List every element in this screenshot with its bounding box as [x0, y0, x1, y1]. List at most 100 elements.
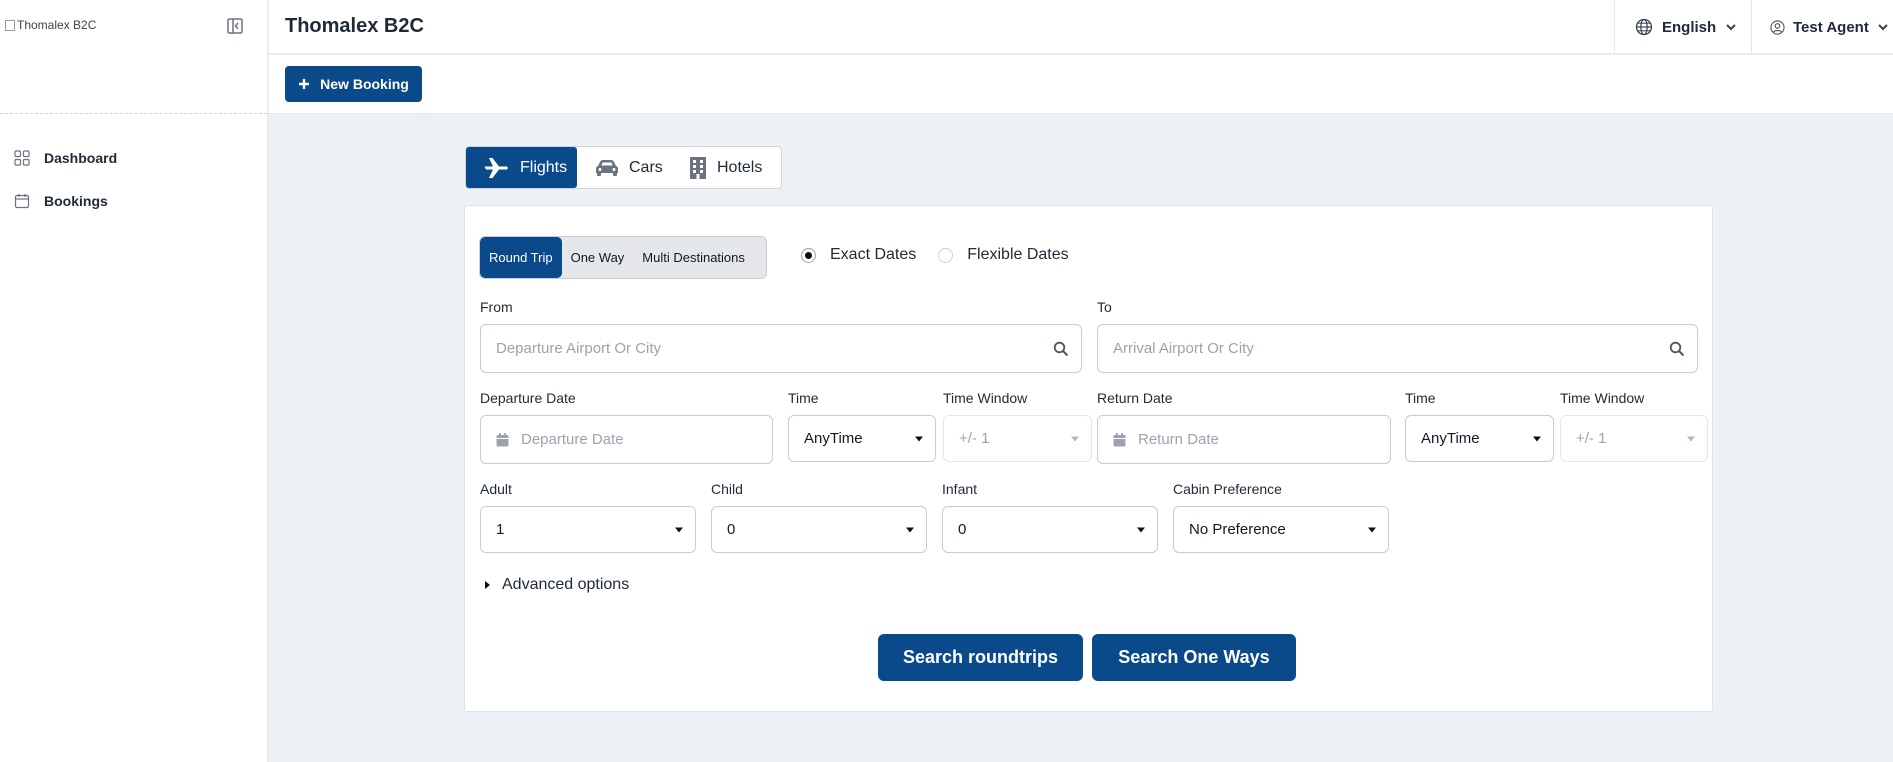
sidebar-item-bookings[interactable]: Bookings — [0, 179, 267, 222]
time-label: Time — [788, 390, 819, 406]
cabin-preference-value: No Preference — [1189, 521, 1286, 538]
tab-label: Hotels — [717, 158, 763, 176]
time-value: AnyTime — [804, 430, 863, 447]
tab-hotels[interactable]: Hotels — [681, 147, 771, 188]
infant-label: Infant — [942, 481, 978, 497]
sidebar-item-dashboard[interactable]: Dashboard — [0, 136, 267, 179]
tab-flights[interactable]: Flights — [466, 147, 577, 188]
building-icon — [690, 156, 706, 179]
adult-label: Adult — [480, 481, 512, 497]
advanced-options-label: Advanced options — [502, 576, 630, 593]
time-window-select[interactable]: +/- 1 — [943, 415, 1092, 462]
cabin-preference-label: Cabin Preference — [1173, 481, 1282, 497]
new-booking-label: New Booking — [320, 76, 409, 92]
tab-cars[interactable]: Cars — [577, 147, 681, 188]
language-selector[interactable]: English — [1614, 0, 1751, 54]
logo-row: Thomalex B2C — [0, 0, 267, 114]
plus-icon — [299, 79, 310, 89]
exact-dates-radio[interactable] — [801, 247, 816, 263]
search-icon — [1053, 341, 1069, 356]
departure-date-label: Departure Date — [480, 390, 576, 406]
advanced-options-toggle[interactable]: Advanced options — [485, 576, 629, 594]
user-circle-icon — [1770, 19, 1785, 35]
sidebar-nav: Dashboard Bookings — [0, 114, 267, 222]
flexible-dates-label: Flexible Dates — [967, 246, 1069, 263]
cabin-preference-select[interactable]: No Preference — [1173, 506, 1389, 553]
return-time-window-select[interactable]: +/- 1 — [1560, 415, 1708, 462]
airplane-icon — [484, 157, 508, 178]
trip-type-toggle: Round Trip One Way Multi Destinations — [479, 236, 767, 279]
infant-value: 0 — [958, 521, 967, 538]
caret-down-icon — [1687, 436, 1695, 441]
return-time-window-label: Time Window — [1560, 390, 1645, 406]
flight-search-card: Round Trip One Way Multi Destinations Ex… — [464, 205, 1713, 712]
car-icon — [596, 159, 618, 176]
top-header: Thomalex B2C English Test Agent — [269, 0, 1893, 54]
logo-alt-text: Thomalex B2C — [17, 18, 97, 32]
adult-value: 1 — [496, 521, 505, 538]
departure-date-placeholder: Departure Date — [521, 431, 624, 448]
caret-down-icon — [675, 527, 683, 532]
return-time-window-value: +/- 1 — [1576, 430, 1607, 447]
search-roundtrips-button[interactable]: Search roundtrips — [878, 634, 1083, 681]
child-select[interactable]: 0 — [711, 506, 927, 553]
tab-label: Cars — [629, 158, 663, 176]
calendar-icon — [496, 432, 509, 446]
adult-select[interactable]: 1 — [480, 506, 696, 553]
return-time-value: AnyTime — [1421, 430, 1480, 447]
return-date-placeholder: Return Date — [1138, 431, 1219, 448]
date-mode-radios: Exact Dates Flexible Dates — [801, 246, 1069, 264]
to-label: To — [1097, 299, 1112, 315]
caret-down-icon — [1071, 436, 1079, 441]
from-label: From — [480, 299, 513, 315]
caret-down-icon — [1533, 436, 1541, 441]
calendar-icon — [1113, 432, 1126, 446]
exact-dates-label: Exact Dates — [830, 246, 917, 263]
trip-round-trip-button[interactable]: Round Trip — [480, 237, 562, 278]
from-placeholder: Departure Airport Or City — [496, 340, 662, 357]
user-name: Test Agent — [1793, 18, 1869, 36]
sidebar-item-label: Bookings — [44, 192, 108, 209]
grid-icon — [14, 149, 30, 166]
caret-down-icon — [915, 436, 923, 441]
user-menu[interactable]: Test Agent — [1751, 0, 1893, 54]
language-label: English — [1662, 18, 1717, 36]
sidebar-collapse-icon[interactable] — [226, 17, 244, 35]
child-label: Child — [711, 481, 743, 497]
chevron-down-icon — [1726, 24, 1736, 31]
time-select[interactable]: AnyTime — [788, 415, 936, 462]
departure-date-input[interactable]: Departure Date — [480, 415, 773, 464]
search-icon — [1669, 341, 1685, 356]
trip-one-way-button[interactable]: One Way — [562, 237, 634, 278]
time-window-label: Time Window — [943, 390, 1028, 406]
to-input[interactable]: Arrival Airport Or City — [1097, 324, 1698, 373]
caret-down-icon — [906, 527, 914, 532]
return-time-label: Time — [1405, 390, 1436, 406]
tab-label: Flights — [520, 158, 568, 176]
sidebar-item-label: Dashboard — [44, 149, 118, 166]
return-date-input[interactable]: Return Date — [1097, 415, 1391, 464]
child-value: 0 — [727, 521, 736, 538]
flexible-dates-radio[interactable] — [938, 247, 954, 263]
service-tabs: Flights Cars Hotels — [465, 146, 782, 189]
chevron-down-icon — [1878, 24, 1888, 31]
new-booking-button[interactable]: New Booking — [285, 66, 422, 102]
time-window-value: +/- 1 — [959, 430, 990, 447]
search-one-ways-button[interactable]: Search One Ways — [1092, 634, 1296, 681]
trip-multi-destinations-button[interactable]: Multi Destinations — [633, 237, 754, 278]
globe-icon — [1635, 18, 1653, 36]
caret-down-icon — [1137, 527, 1145, 532]
broken-image-icon — [5, 19, 15, 31]
to-placeholder: Arrival Airport Or City — [1113, 340, 1254, 357]
sidebar: Thomalex B2C Dashboard Bookings — [0, 0, 268, 762]
calendar-icon — [14, 193, 30, 208]
action-bar: New Booking — [269, 55, 1893, 114]
from-input[interactable]: Departure Airport Or City — [480, 324, 1082, 373]
return-date-label: Return Date — [1097, 390, 1173, 406]
logo: Thomalex B2C — [5, 18, 96, 32]
page-title: Thomalex B2C — [285, 15, 424, 37]
caret-down-icon — [1368, 527, 1376, 532]
infant-select[interactable]: 0 — [942, 506, 1158, 553]
return-time-select[interactable]: AnyTime — [1405, 415, 1554, 462]
caret-right-icon — [485, 581, 490, 589]
